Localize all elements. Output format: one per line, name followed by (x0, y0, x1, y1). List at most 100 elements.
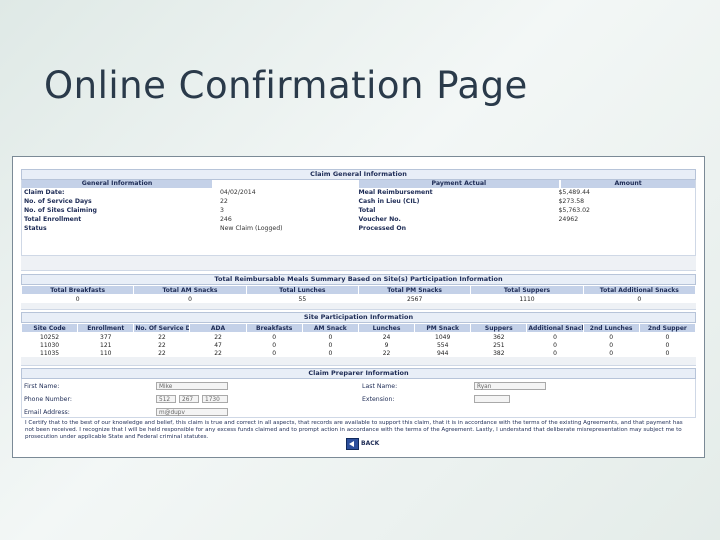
meals-summary-header: Total Additional Snacks (582, 285, 697, 295)
general-info-row: No. of Sites Claiming 3 (22, 206, 359, 215)
site-participation-cell: 11035 (40, 349, 60, 357)
last-name-label: Last Name: (362, 383, 398, 390)
general-info-column: General Information Claim Date: 04/02/201… (22, 180, 359, 255)
site-participation-cell: 0 (328, 333, 333, 341)
back-button[interactable]: BACK (346, 437, 380, 450)
payment-label: Meal Reimbursement (358, 189, 433, 196)
meals-summary-header: Total PM Snacks (357, 285, 472, 295)
general-info-label: Status (24, 225, 47, 232)
spacer-band (21, 357, 696, 366)
site-participation-cell: 22 (214, 333, 222, 341)
site-participation-cell: 24 (382, 333, 391, 341)
site-participation-header: Lunches (357, 323, 416, 333)
general-info-row: No. of Service Days 22 (22, 197, 359, 206)
extension-label: Extension: (362, 396, 395, 403)
payment-label: Processed On (358, 225, 407, 232)
general-info-row: Status New Claim (Logged) (22, 224, 359, 233)
site-participation-cell: 251 (493, 341, 505, 349)
site-participation-table: Site CodeEnrollmentNo. Of Service DaysAD… (20, 323, 697, 357)
site-participation-cell: 0 (665, 349, 670, 357)
site-participation-cell: 9 (384, 341, 389, 349)
site-participation-cell: 0 (665, 341, 670, 349)
payment-row: Total $5,763.02 (359, 206, 696, 215)
phone-area-field[interactable]: 512 (156, 395, 176, 403)
site-participation-cell: 382 (493, 349, 505, 357)
payment-value: $273.58 (558, 198, 585, 205)
confirmation-screenshot: Claim General Information General Inform… (12, 156, 705, 458)
general-info-value: 04/02/2014 (220, 189, 256, 196)
site-participation-cell: 22 (158, 333, 166, 341)
meals-summary-header: Total Breakfasts (20, 285, 135, 295)
meals-summary-value: 0 (188, 295, 192, 303)
general-info-label: No. of Service Days (24, 198, 92, 205)
general-info-label: Claim Date: (24, 189, 65, 196)
preparer-title: Claim Preparer Information (21, 368, 696, 379)
claim-general-panel: General Information Claim Date: 04/02/201… (21, 180, 696, 256)
phone-prefix-field[interactable]: 267 (179, 395, 199, 403)
spacer-band (21, 303, 696, 310)
site-participation-cell: 0 (553, 341, 557, 349)
payment-value: 24962 (558, 216, 579, 223)
meals-summary-value: 55 (298, 295, 307, 303)
site-participation-cell: 0 (553, 333, 557, 341)
site-participation-cell: 944 (436, 349, 449, 357)
meals-summary-title: Total Reimbursable Meals Summary Based o… (21, 274, 696, 285)
payment-row: Voucher No. 24962 (359, 215, 696, 224)
payment-row: Processed On (359, 224, 696, 233)
site-participation-header: Additional Snack (526, 323, 584, 333)
site-participation-cell: 22 (382, 349, 391, 357)
meals-summary-header: Total Suppers (470, 285, 584, 295)
site-participation-header: AM Snack (301, 323, 359, 333)
site-participation-cell: 1049 (435, 333, 451, 341)
meals-summary-value: 2567 (407, 295, 423, 303)
page-title: Online Confirmation Page (44, 64, 528, 107)
meals-summary-value: 0 (637, 295, 642, 303)
claim-general-title: Claim General Information (21, 169, 696, 180)
table-row: 10252 377 22 22 0 0 24 1049 362 0 0 0 (22, 333, 696, 342)
meals-summary-table: Total Breakfasts Total AM Snacks Total Lun… (20, 285, 697, 303)
site-participation-cell: 110 (100, 349, 112, 357)
site-participation-header: PM Snack (414, 323, 472, 333)
email-field[interactable]: m@dupv (156, 408, 228, 416)
payment-label: Voucher No. (358, 216, 401, 223)
site-participation-cell: 10252 (40, 333, 60, 341)
site-participation-header: Site Code (20, 323, 79, 333)
table-row: 11030 121 22 47 0 0 9 554 251 0 0 0 (22, 341, 696, 349)
site-participation-cell: 0 (272, 349, 277, 357)
site-participation-cell: 0 (272, 341, 277, 349)
back-button-label: BACK (361, 440, 380, 447)
site-participation-cell: 11030 (40, 341, 60, 349)
site-participation-cell: 0 (609, 349, 614, 357)
first-name-field[interactable]: Mike (156, 382, 228, 390)
site-participation-header: ADA (189, 323, 247, 333)
general-info-row: Total Enrollment 246 (22, 215, 359, 224)
back-arrow-icon (346, 437, 359, 450)
spacer-band (21, 256, 696, 271)
meals-summary-header: Total Lunches (245, 285, 359, 295)
payment-label: Total (358, 207, 376, 214)
site-participation-cell: 121 (100, 341, 112, 349)
site-participation-cell: 0 (553, 349, 557, 357)
extension-field[interactable] (474, 395, 510, 403)
payment-value: $5,489.44 (558, 189, 591, 196)
site-participation-cell: 0 (328, 349, 333, 357)
site-participation-cell: 22 (214, 349, 222, 357)
general-info-value: New Claim (Logged) (220, 225, 283, 232)
site-participation-cell: 0 (665, 333, 670, 341)
phone-line-field[interactable]: 1730 (202, 395, 228, 403)
amount-header: Amount (561, 180, 695, 188)
general-info-value: 246 (220, 216, 232, 223)
site-participation-header: Breakfasts (245, 323, 303, 333)
site-participation-cell: 47 (214, 341, 222, 349)
site-participation-header: No. Of Service Days (133, 323, 191, 333)
general-info-label: No. of Sites Claiming (24, 207, 97, 214)
last-name-field[interactable]: Ryan (474, 382, 546, 390)
general-info-header: General Information (22, 180, 212, 188)
meals-summary-value: 1110 (519, 295, 535, 303)
general-info-label: Total Enrollment (24, 216, 82, 223)
site-participation-cell: 377 (100, 333, 112, 341)
site-participation-header: Suppers (470, 323, 528, 333)
site-participation-header: 2nd Lunches (582, 323, 640, 333)
general-info-row: Claim Date: 04/02/2014 (22, 188, 359, 197)
site-participation-cell: 0 (272, 333, 277, 341)
